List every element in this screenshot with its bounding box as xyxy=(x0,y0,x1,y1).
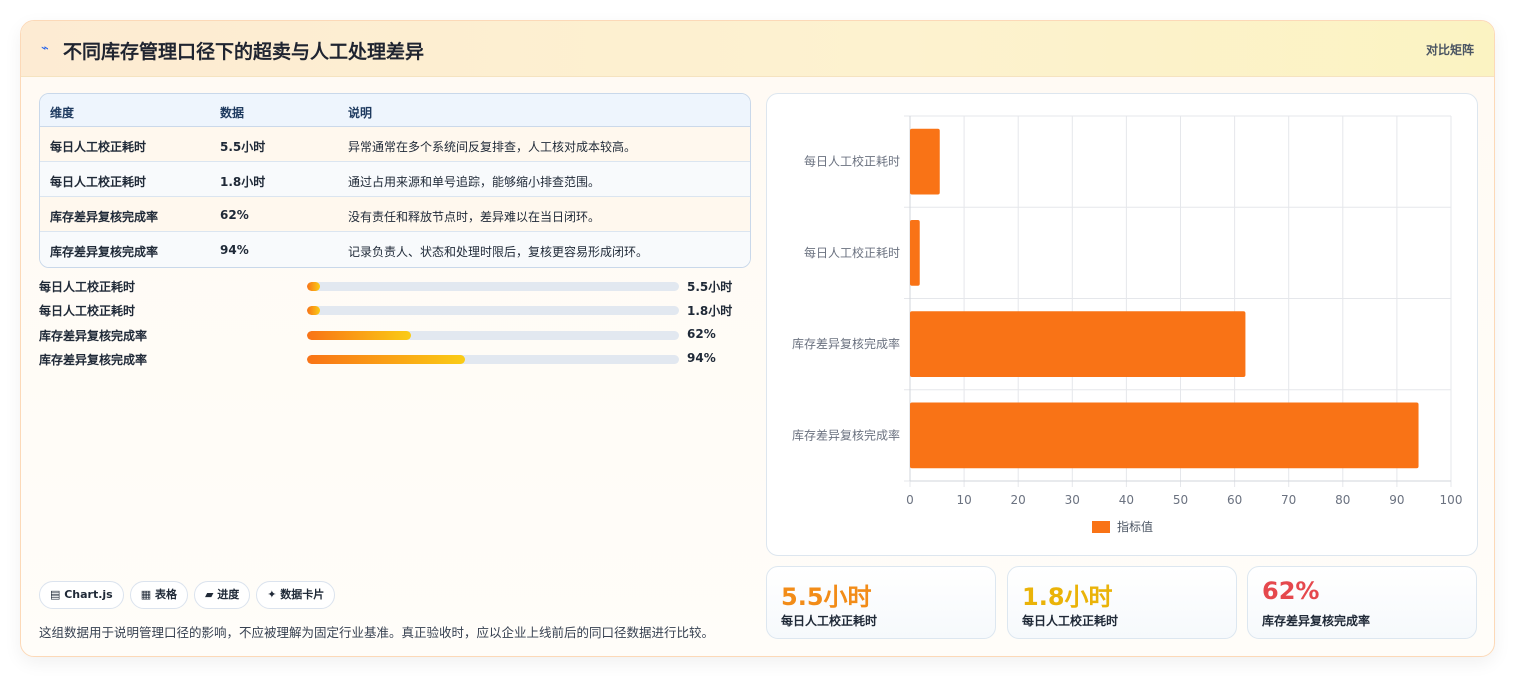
x-tick-label: 10 xyxy=(956,493,971,507)
row-dimension: 库存差异复核完成率 xyxy=(50,245,159,259)
column-header-data: 数据 xyxy=(220,106,245,120)
row-data: 1.8小时 xyxy=(220,175,266,189)
bar xyxy=(910,402,1419,469)
table-row: 每日人工校正耗时 1.8小时 通过占用来源和单号追踪，能够缩小排查范围。 xyxy=(40,162,750,197)
legend-swatch xyxy=(1092,521,1110,533)
x-tick-label: 40 xyxy=(1119,493,1134,507)
bar xyxy=(910,128,940,195)
progress-value: 5.5小时 xyxy=(687,280,733,294)
progress-label: 每日人工校正耗时 xyxy=(39,304,136,318)
x-tick-label: 0 xyxy=(906,493,914,507)
legend-label: 指标值 xyxy=(1117,519,1153,534)
row-description: 记录负责人、状态和处理时限后，复核更容易形成闭环。 xyxy=(348,245,649,259)
table-row: 库存差异复核完成率 62% 没有责任和释放节点时，差异难以在当日闭环。 xyxy=(40,197,750,232)
progress-fill xyxy=(307,331,412,340)
y-tick-label: 库存差异复核完成率 xyxy=(792,427,900,442)
kpi-label: 每日人工校正耗时 xyxy=(1022,614,1119,628)
progress-row: 每日人工校正耗时 1.8小时 xyxy=(39,302,751,318)
x-tick-label: 30 xyxy=(1065,493,1080,507)
kpi-value: 5.5小时 xyxy=(781,583,872,611)
x-tick-label: 80 xyxy=(1335,493,1350,507)
bar-chart: 0 10 20 30 40 50 60 70 80 90 100 每日人工校正耗时 每日人工校正耗时库存… xyxy=(766,93,1478,556)
progress-track xyxy=(307,355,679,364)
progress-label: 每日人工校正耗时 xyxy=(39,280,136,294)
row-dimension: 库存差异复核完成率 xyxy=(50,210,159,224)
bar-chart-svg: 0 10 20 30 40 50 60 70 80 90 100 每日人工校正耗时每日人工校正耗时库存… xyxy=(792,115,1463,534)
x-tick-label: 50 xyxy=(1173,493,1188,507)
column-header-description: 说明 xyxy=(348,106,373,120)
x-tick-label: 20 xyxy=(1011,493,1026,507)
table-header: 维度 数据 说明 xyxy=(40,94,750,127)
kpi-card: 62% 库存差异复核完成率 xyxy=(1247,566,1477,639)
progress-fill xyxy=(307,355,466,364)
footnote: 这组数据用于说明管理口径的影响，不应被理解为固定行业基准。真正验收时，应以企业上… xyxy=(39,625,715,640)
data-table: 维度 数据 说明 每日人工校正耗时 5.5小时 异常通常在多个系统间反复排查，人… xyxy=(39,93,751,268)
progress-value: 62% xyxy=(687,327,716,341)
chip-chartjs[interactable]: ▤ Chart.js xyxy=(39,581,124,609)
row-data: 94% xyxy=(220,243,249,257)
progress-row: 库存差异复核完成率 94% xyxy=(39,351,751,367)
bar xyxy=(910,220,920,286)
progress-row: 库存差异复核完成率 62% xyxy=(39,327,751,343)
y-tick-label: 每日人工校正耗时 xyxy=(804,245,900,260)
kpi-value: 1.8小时 xyxy=(1022,583,1113,611)
kpi-label: 每日人工校正耗时 xyxy=(781,614,878,628)
kpi-value: 62% xyxy=(1262,577,1320,605)
kpi-label: 库存差异复核完成率 xyxy=(1262,614,1371,628)
progress-track xyxy=(307,331,679,340)
row-data: 5.5小时 xyxy=(220,140,266,154)
lightning-icon: ⌁ xyxy=(41,41,49,56)
tech-chips: ▤ Chart.js ▦ 表格 ▰ 进度 ✦ 数据卡片 xyxy=(39,581,341,609)
progress-fill xyxy=(307,306,320,315)
x-tick-label: 70 xyxy=(1281,493,1296,507)
chip-progress[interactable]: ▰ 进度 xyxy=(193,581,251,609)
progress-value: 1.8小时 xyxy=(687,304,733,318)
chip-data-card[interactable]: ✦ 数据卡片 xyxy=(256,581,336,609)
y-tick-label: 每日人工校正耗时 xyxy=(804,154,900,169)
x-tick-label: 100 xyxy=(1440,493,1463,507)
card-header: ⌁ 不同库存管理口径下的超卖与人工处理差异 对比矩阵 xyxy=(21,21,1494,77)
progress-track xyxy=(307,306,679,315)
column-header-dimension: 维度 xyxy=(50,106,75,120)
progress-fill xyxy=(307,282,320,291)
x-tick-label: 90 xyxy=(1389,493,1404,507)
progress-row: 每日人工校正耗时 5.5小时 xyxy=(39,278,751,294)
row-data: 62% xyxy=(220,208,249,222)
row-dimension: 每日人工校正耗时 xyxy=(50,140,147,154)
table-row: 每日人工校正耗时 5.5小时 异常通常在多个系统间反复排查，人工核对成本较高。 xyxy=(40,127,750,162)
row-description: 通过占用来源和单号追踪，能够缩小排查范围。 xyxy=(348,175,601,189)
row-dimension: 每日人工校正耗时 xyxy=(50,175,147,189)
row-description: 异常通常在多个系统间反复排查，人工核对成本较高。 xyxy=(348,140,637,154)
kpi-card: 1.8小时 每日人工校正耗时 xyxy=(1007,566,1237,639)
header-tag: 对比矩阵 xyxy=(1425,43,1474,57)
progress-label: 库存差异复核完成率 xyxy=(39,353,148,367)
kpi-card: 5.5小时 每日人工校正耗时 xyxy=(766,566,996,639)
progress-track xyxy=(307,282,679,291)
table-row: 库存差异复核完成率 94% 记录负责人、状态和处理时限后，复核更容易形成闭环。 xyxy=(40,232,750,267)
comparison-card: ⌁ 不同库存管理口径下的超卖与人工处理差异 对比矩阵 维度 数据 说明 每日人工… xyxy=(20,20,1495,657)
x-tick-label: 60 xyxy=(1227,493,1242,507)
chip-table[interactable]: ▦ 表格 xyxy=(129,581,188,609)
y-tick-label: 库存差异复核完成率 xyxy=(792,336,900,351)
progress-label: 库存差异复核完成率 xyxy=(39,329,148,343)
progress-value: 94% xyxy=(687,351,716,365)
row-description: 没有责任和释放节点时，差异难以在当日闭环。 xyxy=(348,210,601,224)
bar xyxy=(910,311,1246,377)
page-title: 不同库存管理口径下的超卖与人工处理差异 xyxy=(63,41,425,63)
